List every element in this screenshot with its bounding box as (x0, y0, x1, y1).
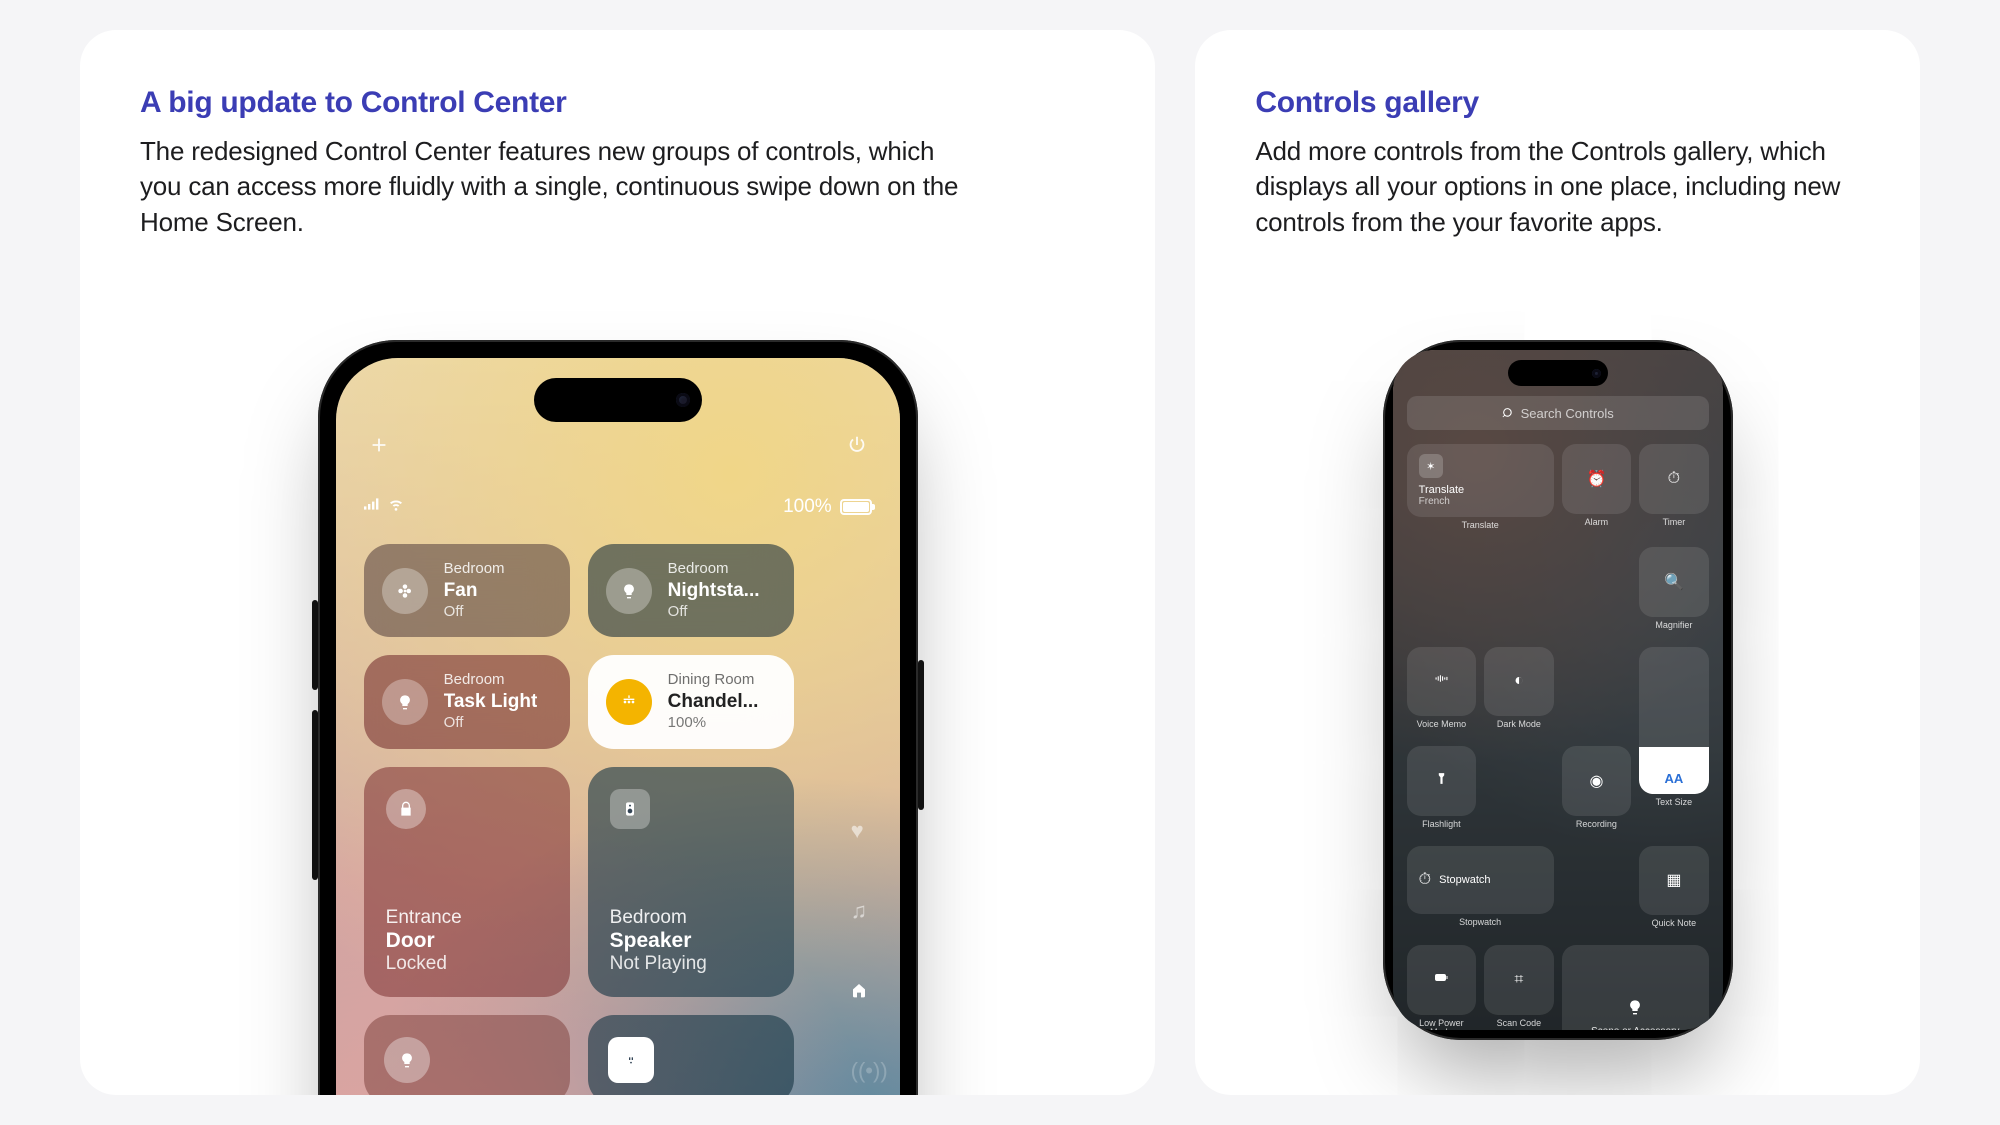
control-translate-large[interactable]: ✶ Translate French Translate (1407, 444, 1554, 539)
alarm-icon: ⏰ (1586, 469, 1606, 489)
body-controls-gallery: Add more controls from the Controls gall… (1255, 134, 1860, 240)
status-bar: 100% (364, 496, 872, 518)
control-scan-code[interactable]: ⌗ Scan Code (1484, 945, 1554, 1030)
music-icon[interactable]: ♫ (851, 898, 888, 924)
card-controls-gallery: Controls gallery Add more controls from … (1195, 30, 1920, 1095)
tile-dining-chandelier[interactable]: Dining Room Chandel... 100% (588, 655, 794, 748)
control-timer[interactable]: ⏱ Timer (1639, 444, 1709, 539)
control-stopwatch-large[interactable]: ⏱ Stopwatch Stopwatch (1407, 846, 1554, 938)
timer-icon: ⏱ (1668, 470, 1680, 488)
tile-bedroom-fan[interactable]: Bedroom Fan Off (364, 544, 570, 637)
card-control-center: A big update to Control Center The redes… (80, 30, 1155, 1095)
bulb-icon (384, 1037, 430, 1083)
lock-icon (386, 789, 426, 829)
control-alarm[interactable]: ⏰ Alarm (1562, 444, 1632, 539)
tile-extra-bulb[interactable] (364, 1015, 570, 1096)
quicknote-icon: ▦ (1666, 870, 1681, 890)
chandelier-icon (606, 679, 652, 725)
page-indicators[interactable]: ♥ ♫ ((•)) (851, 818, 888, 1084)
waveform-icon (1435, 672, 1448, 690)
bulb-icon (1627, 999, 1643, 1020)
control-dark-mode[interactable]: ◐ Dark Mode (1484, 647, 1554, 739)
magnifier-icon: 🔍 (1664, 572, 1684, 592)
bulb-icon (382, 679, 428, 725)
textsize-icon: AA (1639, 771, 1709, 786)
tile-entrance-door[interactable]: Entrance Door Locked (364, 767, 570, 997)
heart-icon[interactable]: ♥ (851, 818, 888, 844)
flashlight-icon (1435, 772, 1448, 790)
battery-icon (1435, 971, 1448, 989)
heading-control-center: A big update to Control Center (140, 86, 1095, 120)
heading-controls-gallery: Controls gallery (1255, 86, 1860, 120)
signal-icon (364, 496, 380, 518)
home-icon[interactable] (851, 978, 888, 1004)
control-magnifier[interactable]: 🔍 Magnifier (1639, 547, 1709, 639)
outlet-icon (608, 1037, 654, 1083)
bulb-icon (606, 568, 652, 614)
fan-icon (382, 568, 428, 614)
control-low-power[interactable]: Low Power Mode (1407, 945, 1477, 1030)
speaker-icon (610, 789, 650, 829)
body-control-center: The redesigned Control Center features n… (140, 134, 960, 240)
wifi-icon (388, 496, 404, 518)
battery-icon (840, 499, 872, 515)
control-voice-memo[interactable]: Voice Memo (1407, 647, 1477, 739)
stopwatch-icon: ⏱ (1419, 871, 1431, 889)
control-flashlight[interactable]: Flashlight (1407, 746, 1477, 838)
search-controls-field[interactable]: Search Controls (1407, 396, 1709, 430)
control-scene-accessory[interactable]: Scene or Accessory Home (1562, 945, 1709, 1030)
add-control-icon[interactable] (364, 430, 394, 460)
record-icon: ◉ (1589, 771, 1603, 791)
darkmode-icon: ◐ (1514, 672, 1524, 690)
control-quick-note[interactable]: ▦ Quick Note (1639, 846, 1709, 938)
phone-mockup-control-center: 100% Bedroom Fa (318, 340, 918, 1095)
power-icon[interactable] (842, 430, 872, 460)
battery-percent: 100% (783, 496, 832, 518)
qr-icon: ⌗ (1514, 971, 1523, 989)
phone-mockup-gallery: Search Controls ✶ Translate French (1383, 340, 1733, 1040)
translate-icon: ✶ (1419, 454, 1443, 478)
tile-bedroom-tasklight[interactable]: Bedroom Task Light Off (364, 655, 570, 748)
control-recording[interactable]: ◉ Recording (1562, 746, 1632, 838)
tile-bedroom-speaker[interactable]: Bedroom Speaker Not Playing (588, 767, 794, 997)
control-text-size[interactable]: AA Text Size (1639, 647, 1709, 838)
search-placeholder: Search Controls (1521, 406, 1614, 421)
tile-extra-outlet[interactable] (588, 1015, 794, 1096)
tile-bedroom-nightstand[interactable]: Bedroom Nightsta... Off (588, 544, 794, 637)
broadcast-icon[interactable]: ((•)) (851, 1058, 888, 1084)
